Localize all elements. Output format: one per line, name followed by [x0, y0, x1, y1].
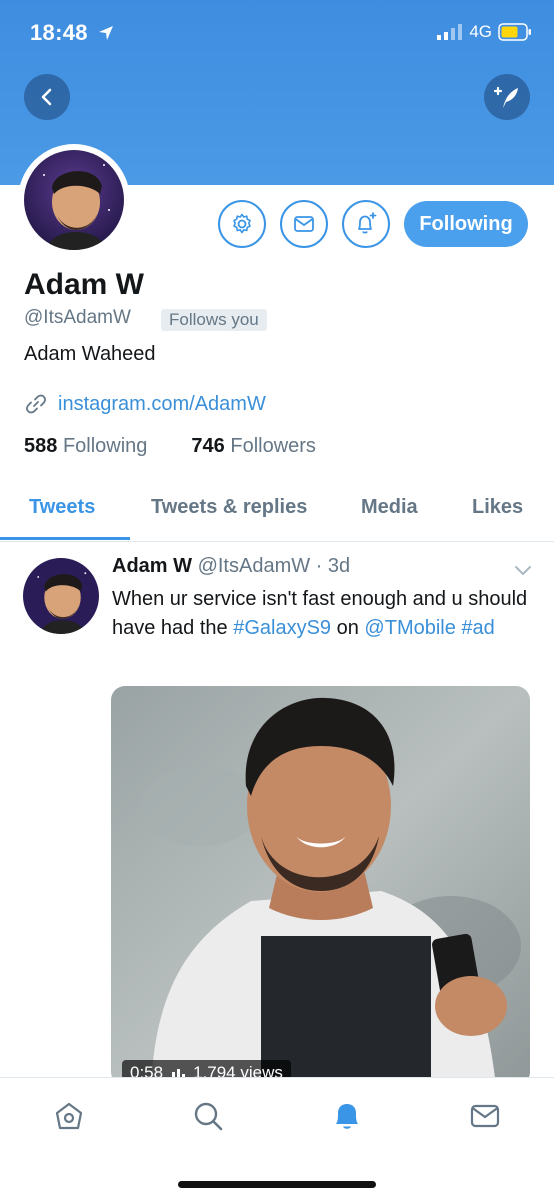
chevron-down-icon[interactable]: [513, 563, 533, 577]
profile-link-text[interactable]: instagram.com/AdamW: [58, 393, 266, 416]
location-arrow-icon: [99, 26, 114, 40]
tweet-video[interactable]: [111, 686, 530, 1086]
profile-bio: Adam Waheed: [24, 343, 156, 365]
profile-avatar[interactable]: [24, 150, 124, 250]
settings-button[interactable]: [218, 200, 266, 248]
message-button[interactable]: [280, 200, 328, 248]
compose-feather-icon: [493, 86, 518, 108]
tweet-header: Adam W @ItsAdamW · 3d: [112, 555, 350, 578]
avatar-illustration: [24, 150, 124, 250]
link-icon: [26, 394, 46, 414]
tweet-avatar-illustration: [23, 558, 99, 634]
tweet-author-name[interactable]: Adam W: [112, 555, 192, 577]
status-time: 18:48: [30, 20, 114, 46]
battery-icon: [498, 23, 531, 41]
home-indicator: [178, 1181, 376, 1188]
tab-tweets-replies[interactable]: Tweets & replies: [151, 496, 307, 519]
chevron-left-icon: [41, 88, 52, 106]
followers-label: Followers: [230, 435, 316, 457]
video-thumbnail: [111, 686, 530, 1086]
back-button[interactable]: [24, 74, 70, 120]
gear-icon: [233, 213, 251, 234]
bell-plus-icon: [358, 212, 377, 234]
following-label: Following: [62, 435, 148, 457]
profile-name: Adam W: [24, 268, 144, 301]
follows-you-badge: Follows you: [161, 309, 267, 331]
network-text: 4G: [469, 22, 492, 41]
tab-media[interactable]: Media: [361, 496, 418, 519]
followers-number: 746: [191, 435, 225, 457]
profile-tabs: Tweets Tweets & replies Media Likes: [0, 485, 554, 542]
following-number: 588: [24, 435, 58, 457]
messages-icon[interactable]: [467, 1098, 503, 1134]
tweet-time: 3d: [327, 555, 351, 577]
status-indicators: 4G: [437, 22, 532, 42]
tweet-separator: ·: [310, 555, 328, 577]
tweet-avatar[interactable]: [23, 558, 99, 634]
following-button[interactable]: Following: [404, 201, 528, 247]
hashtag-link[interactable]: #GalaxyS9: [233, 617, 331, 639]
tab-likes[interactable]: Likes: [472, 496, 523, 519]
profile-handle: @ItsAdamW: [24, 307, 131, 328]
compose-tweet-button[interactable]: [484, 74, 530, 120]
notifications-toggle-button[interactable]: [342, 200, 390, 248]
followers-count[interactable]: 746 Followers: [191, 435, 316, 458]
follow-counts: 588 Following 746 Followers: [24, 435, 316, 458]
active-tab-indicator: [0, 537, 130, 540]
profile-link[interactable]: instagram.com/AdamW: [24, 392, 266, 416]
following-count[interactable]: 588 Following: [24, 435, 147, 458]
tweet-text-part: on: [331, 617, 365, 639]
signal-icon: [437, 24, 463, 40]
mention-link[interactable]: @TMobile: [364, 617, 455, 639]
home-icon[interactable]: [51, 1098, 87, 1134]
tweet-text: When ur service isn't fast enough and u …: [112, 585, 532, 643]
time-text: 18:48: [30, 20, 88, 45]
tweet-author-handle[interactable]: @ItsAdamW: [198, 555, 311, 577]
search-icon[interactable]: [190, 1098, 226, 1134]
tab-tweets[interactable]: Tweets: [29, 496, 95, 519]
envelope-icon: [294, 216, 314, 232]
hashtag-link[interactable]: #ad: [461, 617, 494, 639]
notifications-icon[interactable]: [329, 1098, 365, 1134]
